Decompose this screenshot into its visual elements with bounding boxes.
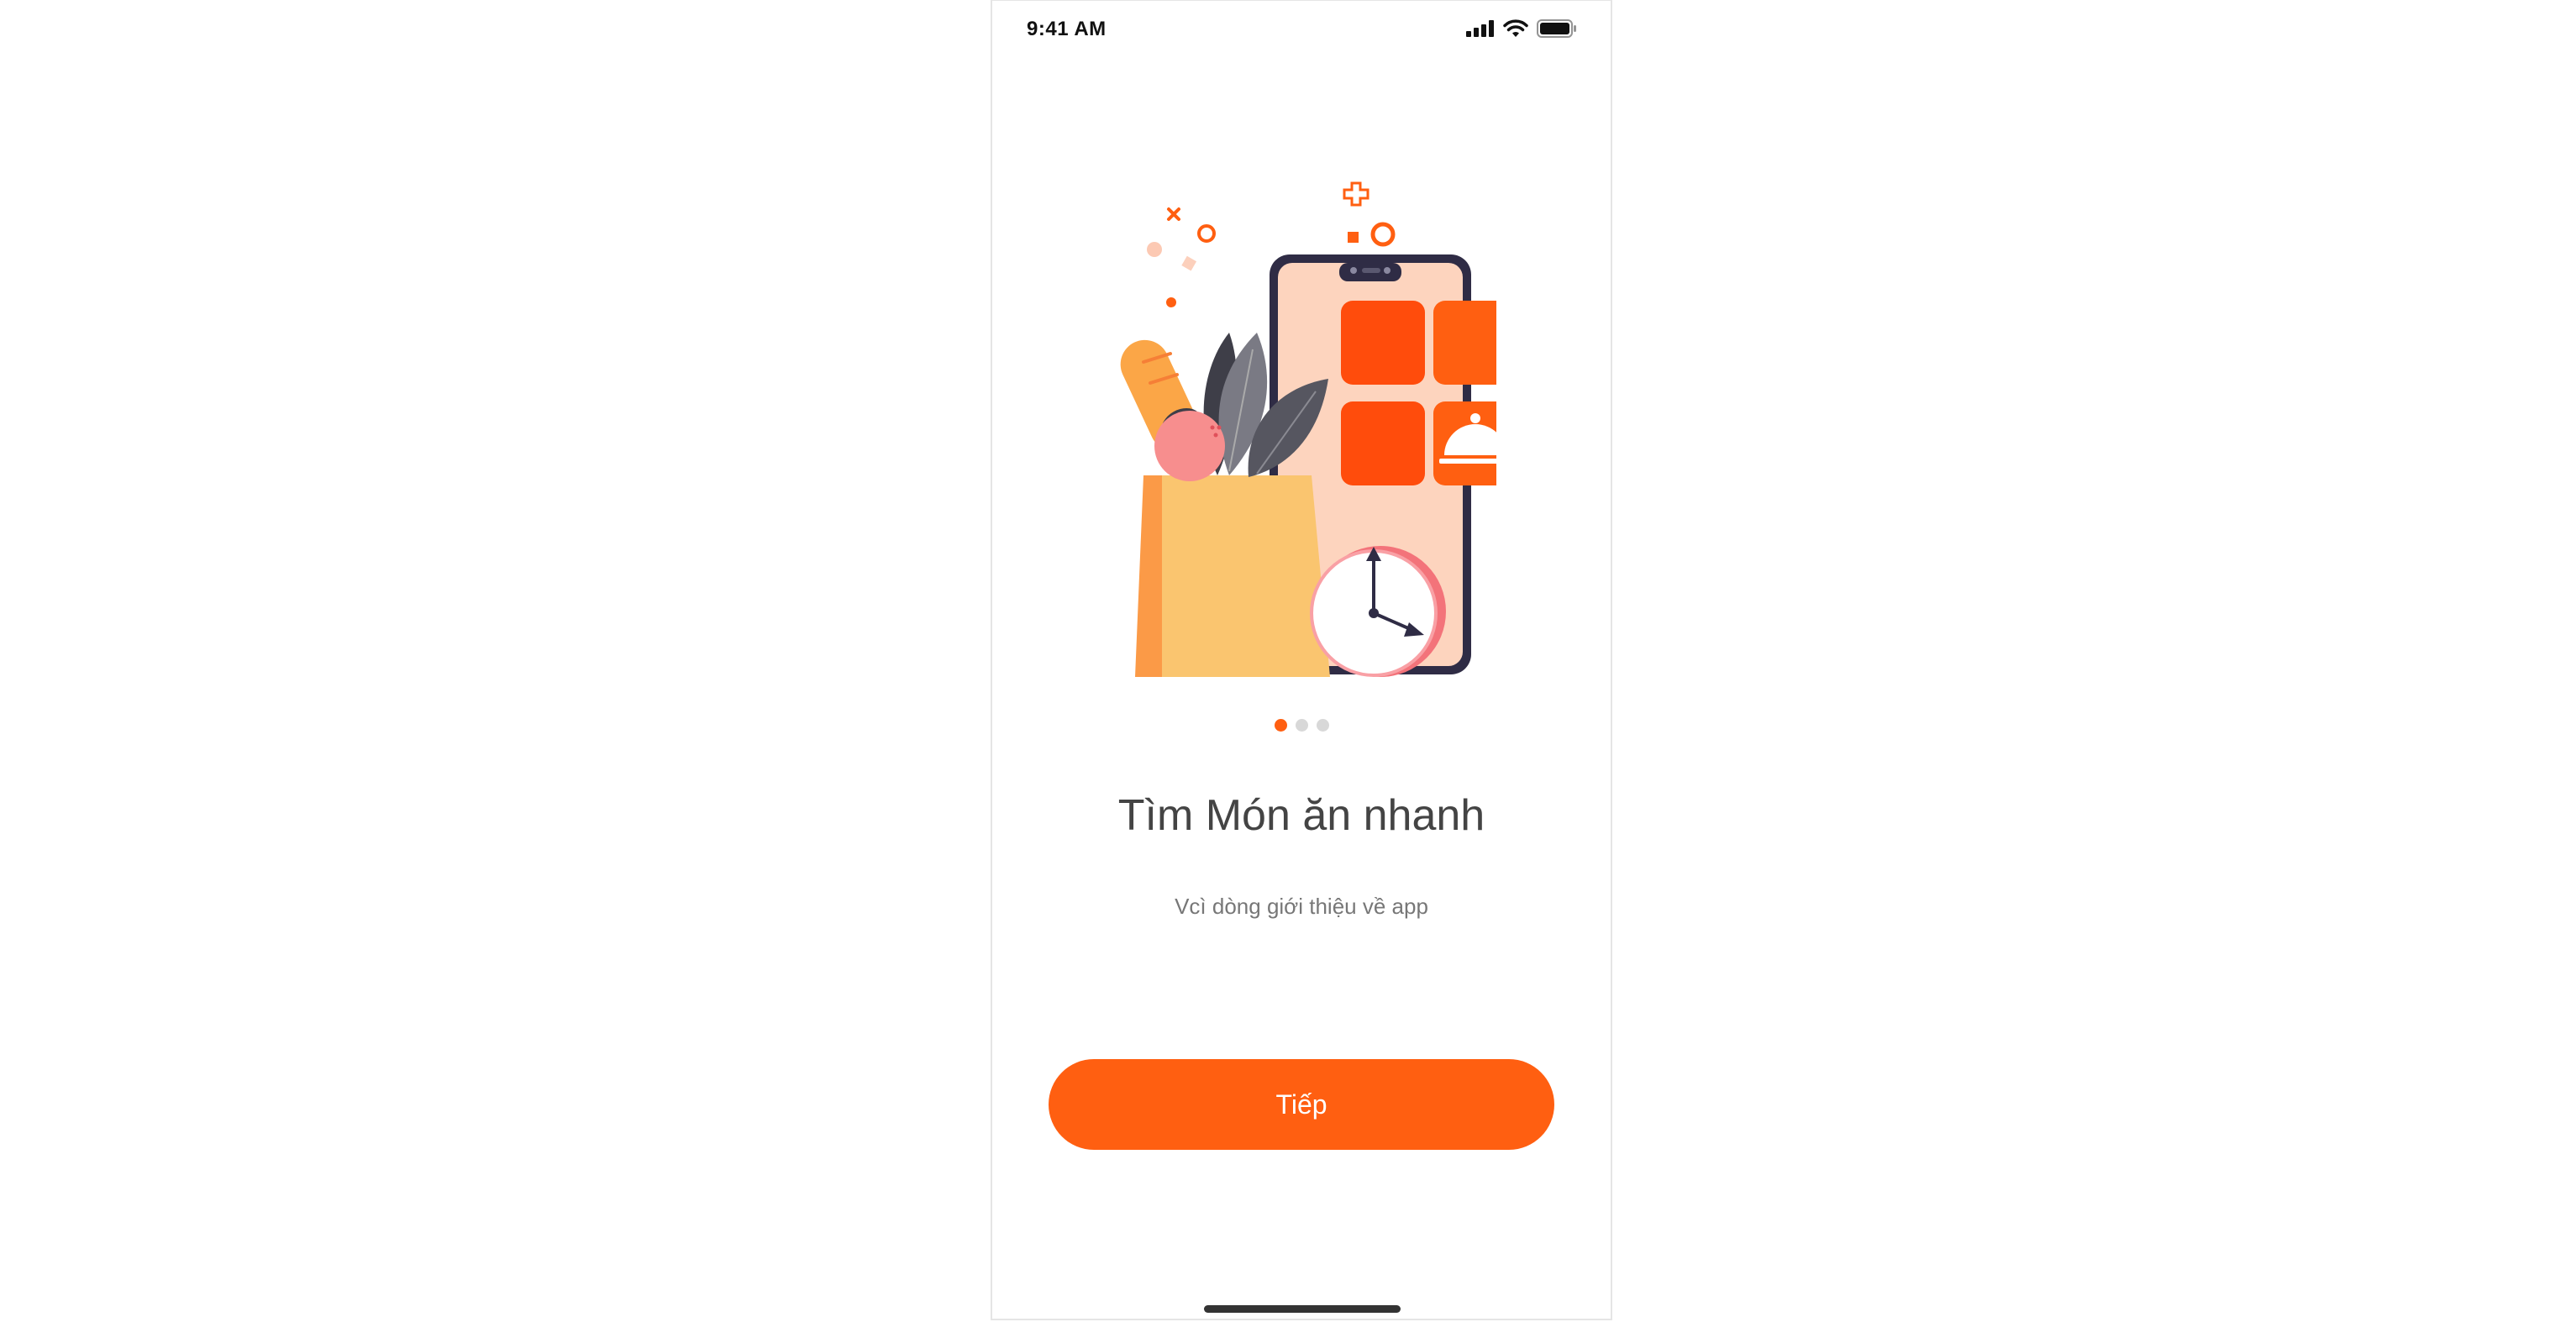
status-icons: [1466, 18, 1577, 39]
grocery-bag: [1135, 475, 1330, 677]
onboarding-subtitle: Vcì dòng giới thiệu về app: [1175, 894, 1428, 919]
cellular-signal-icon: [1466, 20, 1494, 37]
phone-screen: 9:41 AM Tìm Món ăn nhanh Vcì dòng giới t…: [991, 0, 1612, 1320]
pagination-dot-1[interactable]: [1274, 719, 1287, 732]
pagination-dots: [992, 719, 1611, 732]
home-indicator[interactable]: [1204, 1305, 1401, 1313]
status-time: 9:41 AM: [1027, 18, 1107, 40]
next-button[interactable]: Tiếp: [1049, 1059, 1554, 1150]
apple: [1154, 411, 1225, 481]
grocery-bag-phone-illustration: [1120, 181, 1496, 677]
status-bar: 9:41 AM: [992, 1, 1611, 60]
wifi-icon: [1503, 19, 1528, 37]
clock-illustration: [1310, 546, 1446, 677]
battery-icon: [1537, 19, 1576, 38]
pagination-dot-2[interactable]: [1295, 719, 1308, 732]
onboarding-title: Tìm Món ăn nhanh: [1117, 791, 1485, 840]
pagination-dot-3[interactable]: [1316, 719, 1329, 732]
